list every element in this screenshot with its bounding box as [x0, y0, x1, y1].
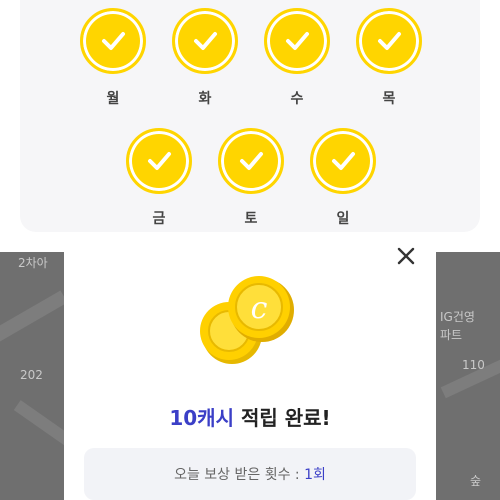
day-label: 목 — [382, 91, 396, 107]
day-check-coin — [80, 8, 146, 74]
reward-title: 10캐시 적립 완료! — [64, 402, 436, 431]
check-icon — [148, 152, 171, 170]
day-label: 수 — [290, 91, 304, 107]
day-check-coin — [218, 128, 284, 194]
map-road — [0, 290, 68, 348]
day-label: 금 — [152, 211, 166, 227]
check-icon — [378, 32, 401, 50]
day-label: 화 — [198, 91, 212, 107]
reward-count-text: 오늘 보상 받은 횟수 : 1회 — [84, 464, 416, 484]
check-icon — [332, 152, 355, 170]
reward-count-value: 1회 — [304, 467, 326, 483]
day-label: 월 — [106, 91, 120, 107]
check-icon — [240, 152, 263, 170]
check-icon — [102, 32, 125, 50]
close-icon — [397, 247, 415, 265]
check-icon — [286, 32, 309, 50]
reward-count-label: 오늘 보상 받은 횟수 : — [174, 467, 305, 483]
coins-icon: c — [200, 276, 294, 364]
svg-text:c: c — [251, 291, 268, 326]
map-label: 파트 — [440, 328, 463, 342]
day-check-coin — [310, 128, 376, 194]
day-check-coin — [356, 8, 422, 74]
close-button[interactable] — [394, 244, 418, 268]
map-label: 202 — [20, 368, 43, 382]
day-check-coin — [126, 128, 192, 194]
day-check-coin — [172, 8, 238, 74]
check-icon — [194, 32, 217, 50]
map-label: 숲 — [470, 474, 482, 488]
reward-amount: 10캐시 — [169, 406, 234, 430]
map-label: 110 — [462, 358, 485, 372]
map-label: 2차아 — [18, 256, 48, 270]
map-label: IG건영 — [440, 310, 475, 324]
day-label: 토 — [244, 211, 258, 227]
day-check-coin — [264, 8, 330, 74]
day-label: 일 — [336, 211, 350, 227]
reward-title-rest: 적립 완료! — [233, 406, 331, 430]
